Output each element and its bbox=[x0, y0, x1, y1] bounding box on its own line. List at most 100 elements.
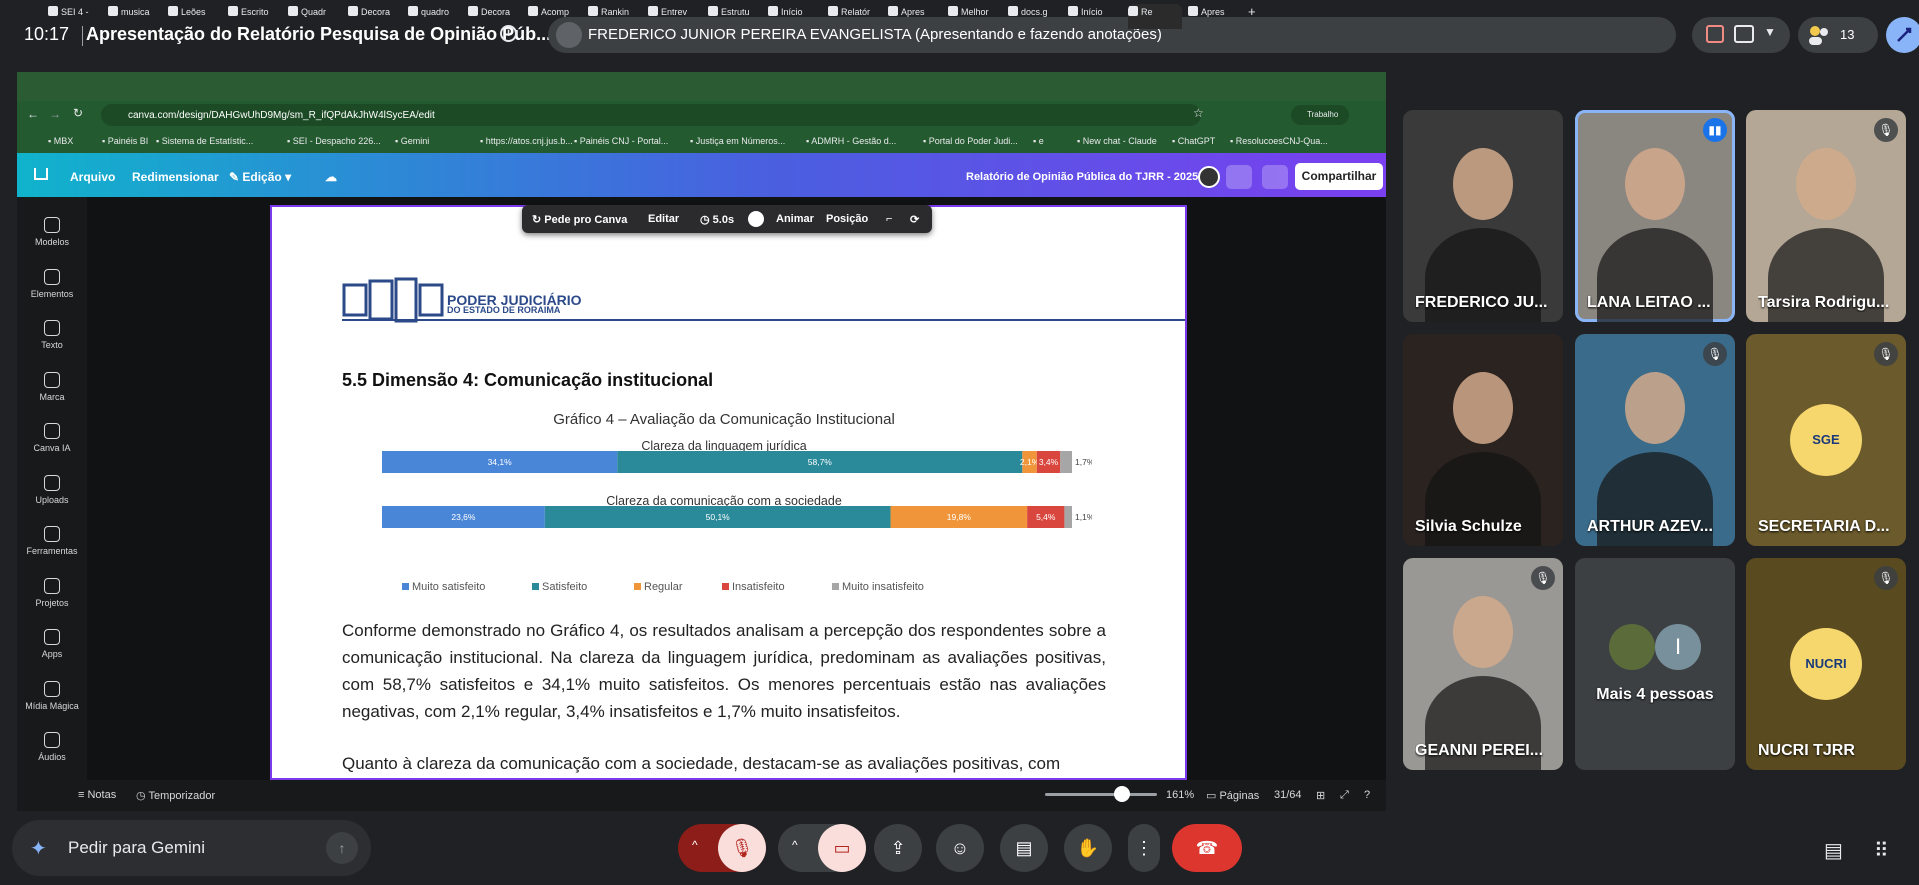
browser-tab[interactable]: Apres bbox=[1188, 6, 1242, 24]
captions-icon[interactable]: ▤ bbox=[1000, 824, 1048, 872]
annotate-icon[interactable] bbox=[1706, 25, 1724, 43]
raise-hand-icon[interactable]: ✋ bbox=[1064, 824, 1112, 872]
zoom-slider[interactable] bbox=[1045, 793, 1157, 796]
participant-tile[interactable]: FREDERICO JU... bbox=[1403, 110, 1563, 322]
replace-icon[interactable]: ⟳ bbox=[910, 213, 919, 226]
browser-tab[interactable]: quadro bbox=[408, 6, 462, 24]
bookmark-item[interactable]: ▪ New chat - Claude bbox=[1077, 136, 1157, 146]
browser-tab[interactable]: Leões bbox=[168, 6, 222, 24]
chevron-down-icon[interactable]: ▼ bbox=[1764, 25, 1776, 39]
bookmark-item[interactable]: ▪ ADMRH - Gestão d... bbox=[806, 136, 896, 146]
grid-view-icon[interactable]: ⊞ bbox=[1316, 789, 1325, 802]
bookmark-item[interactable]: ▪ SEI - Despacho 226... bbox=[287, 136, 381, 146]
insights-icon[interactable] bbox=[1226, 165, 1252, 189]
zoom-slider-handle[interactable] bbox=[1114, 786, 1130, 802]
camera-off-icon[interactable]: ▭ bbox=[818, 824, 866, 872]
browser-tab[interactable]: Rankin bbox=[588, 6, 642, 24]
timer-button[interactable]: ◷ Temporizador bbox=[136, 789, 215, 802]
pages-button[interactable]: ▭ Páginas bbox=[1206, 789, 1259, 802]
send-icon[interactable]: ↑ bbox=[326, 832, 358, 864]
cloud-save-icon[interactable]: ☁ bbox=[325, 170, 337, 184]
rail-item-projetos[interactable]: Projetos bbox=[17, 577, 87, 608]
browser-tab[interactable]: Entrev bbox=[648, 6, 702, 24]
rail-item-audios[interactable]: Áudios bbox=[17, 732, 87, 762]
help-icon[interactable]: ? bbox=[1364, 789, 1370, 801]
activities-button[interactable] bbox=[1886, 17, 1919, 53]
bookmark-item[interactable]: ▪ Justiça em Números... bbox=[690, 136, 785, 146]
browser-tab[interactable]: Início bbox=[1068, 6, 1122, 24]
share-button[interactable]: Compartilhar bbox=[1295, 163, 1383, 190]
color-swatch[interactable] bbox=[748, 211, 764, 227]
url-text[interactable]: canva.com/design/DAHGwUhD9Mg/sm_R_ifQPdA… bbox=[128, 110, 435, 121]
browser-tab[interactable]: Acomp bbox=[528, 6, 582, 24]
emoji-icon[interactable]: ☺ bbox=[936, 824, 984, 872]
back-icon[interactable]: ← bbox=[27, 107, 39, 121]
browser-tab[interactable]: Quadr bbox=[288, 6, 342, 24]
browser-tab[interactable]: Relatór bbox=[828, 6, 882, 24]
new-tab-button[interactable]: + bbox=[1248, 4, 1256, 22]
browser-tab[interactable]: Decora bbox=[348, 6, 402, 24]
participant-tile[interactable]: I Mais 4 pessoas bbox=[1575, 558, 1735, 770]
duration-button[interactable]: ◷ 5.0s bbox=[700, 213, 734, 226]
apps-icon[interactable]: ⠿ bbox=[1874, 838, 1889, 863]
participant-tile[interactable]: LANA LEITAO ... ▮▮ bbox=[1575, 110, 1735, 322]
bookmark-item[interactable]: ▪ ResolucoesCNJ-Qua... bbox=[1230, 136, 1328, 146]
chevron-up-icon[interactable]: ^ bbox=[692, 838, 698, 852]
participant-tile[interactable]: Silvia Schulze bbox=[1403, 334, 1563, 546]
user-avatar[interactable] bbox=[1198, 166, 1220, 188]
paint-format-icon[interactable]: ⌐ bbox=[886, 213, 892, 225]
participant-tile[interactable]: NUCRI NUCRI TJRR 🎙 bbox=[1746, 558, 1906, 770]
menu-file[interactable]: Arquivo bbox=[70, 170, 115, 184]
browser-tab[interactable]: Início bbox=[768, 6, 822, 24]
rail-item-uploads[interactable]: Uploads bbox=[17, 474, 87, 505]
animate-button[interactable]: Animar bbox=[776, 213, 814, 225]
bookmark-star-icon[interactable]: ☆ bbox=[1193, 106, 1204, 120]
browser-tab[interactable]: Decora bbox=[468, 6, 522, 24]
home-icon[interactable] bbox=[34, 168, 48, 180]
bookmark-item[interactable]: ▪ https://atos.cnj.jus.b... bbox=[480, 136, 573, 146]
browser-tab[interactable]: SEI 4 - bbox=[48, 6, 102, 24]
browser-tab[interactable]: Re bbox=[1128, 4, 1182, 29]
rail-item-texto[interactable]: Texto bbox=[17, 320, 87, 350]
bookmark-item[interactable]: ▪ Painéis BI bbox=[102, 136, 148, 146]
edit-button[interactable]: Editar bbox=[648, 213, 679, 225]
fullscreen-icon[interactable]: ⤢ bbox=[1340, 789, 1349, 802]
leave-call-icon[interactable]: ☎ bbox=[1172, 824, 1242, 872]
browser-tab[interactable]: musica bbox=[108, 6, 162, 24]
rail-item-canva-ia[interactable]: Canva IA bbox=[17, 423, 87, 453]
ask-canva-button[interactable]: ↻ Pede pro Canva bbox=[532, 213, 627, 226]
participant-tile[interactable]: ARTHUR AZEV... 🎙 bbox=[1575, 334, 1735, 546]
browser-tab[interactable]: Estrutu bbox=[708, 6, 762, 24]
chevron-up-icon[interactable]: ^ bbox=[792, 838, 798, 852]
participant-tile[interactable]: GEANNI PEREI... 🎙 bbox=[1403, 558, 1563, 770]
bookmark-item[interactable]: ▪ e bbox=[1033, 136, 1044, 146]
rail-item-apps[interactable]: Apps bbox=[17, 629, 87, 659]
rail-item-midia-magica[interactable]: Mídia Mágica bbox=[17, 680, 87, 711]
position-button[interactable]: Posição bbox=[826, 213, 868, 225]
comment-icon[interactable] bbox=[1262, 165, 1288, 189]
mic-off-icon[interactable]: 🎙 bbox=[718, 824, 766, 872]
forward-icon[interactable]: → bbox=[49, 107, 61, 121]
rail-item-modelos[interactable]: Modelos bbox=[17, 217, 87, 247]
menu-edit[interactable]: ✎ Edição ▾ bbox=[229, 170, 291, 184]
browser-tab[interactable]: Melhor bbox=[948, 6, 1002, 24]
rail-item-marca[interactable]: Marca bbox=[17, 371, 87, 402]
more-icon[interactable]: ⋮ bbox=[1128, 824, 1160, 872]
participant-tile[interactable]: Tarsira Rodrigu... 🎙 bbox=[1746, 110, 1906, 322]
browser-tab[interactable]: Apres bbox=[888, 6, 942, 24]
rail-item-elementos[interactable]: Elementos bbox=[17, 268, 87, 299]
info-icon[interactable]: i bbox=[500, 25, 517, 42]
gemini-placeholder[interactable]: Pedir para Gemini bbox=[68, 838, 205, 858]
bookmark-item[interactable]: ▪ Sistema de Estatístic... bbox=[156, 136, 253, 146]
notes-button[interactable]: ≡ Notas bbox=[78, 789, 116, 801]
chat-icon[interactable]: ▤ bbox=[1824, 838, 1843, 863]
present-icon[interactable]: ⇪ bbox=[874, 824, 922, 872]
browser-tab[interactable]: Escrito bbox=[228, 6, 282, 24]
bookmark-item[interactable]: ▪ Portal do Poder Judi... bbox=[923, 136, 1018, 146]
document-title[interactable]: Relatório de Opinião Pública do TJRR - 2… bbox=[966, 171, 1198, 183]
bookmark-item[interactable]: ▪ Gemini bbox=[395, 136, 429, 146]
profile-chip[interactable]: Trabalho bbox=[1291, 105, 1349, 125]
presentation-controls[interactable]: ▼ bbox=[1692, 17, 1790, 53]
bookmark-item[interactable]: ▪ ChatGPT bbox=[1172, 136, 1215, 146]
bookmark-item[interactable]: ▪ Painéis CNJ - Portal... bbox=[574, 136, 668, 146]
